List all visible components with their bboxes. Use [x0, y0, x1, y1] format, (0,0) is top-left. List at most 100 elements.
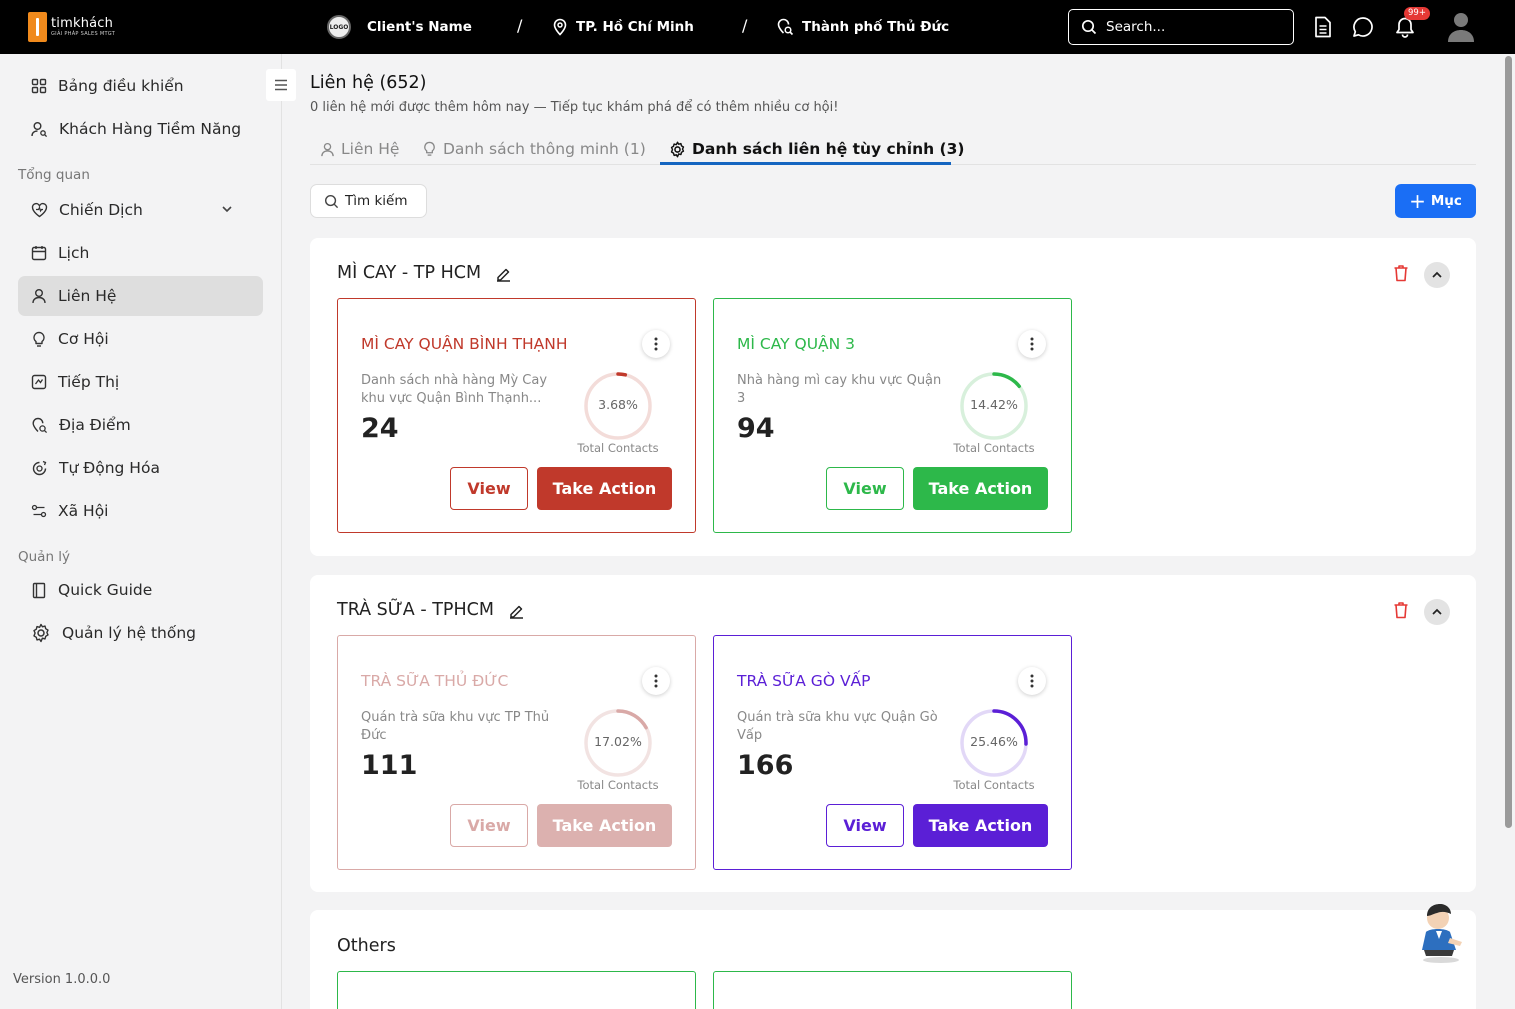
more-options-button[interactable] — [642, 667, 670, 695]
collapse-group-button[interactable] — [1424, 599, 1450, 625]
chevron-up-icon — [1432, 271, 1442, 278]
sidebar-item-leads[interactable]: Khách Hàng Tiềm Năng — [18, 109, 263, 149]
more-options-button[interactable] — [1018, 330, 1046, 358]
sidebar-item-quick-guide[interactable]: Quick Guide — [18, 570, 263, 610]
more-options-button[interactable] — [642, 330, 670, 358]
sidebar-item-contacts[interactable]: Liên Hệ — [18, 276, 263, 316]
view-button[interactable]: View — [826, 467, 904, 510]
tab-label: Danh sách liên hệ tùy chỉnh (3) — [692, 140, 965, 158]
sidebar-item-campaigns[interactable]: Chiến Dịch — [18, 190, 263, 230]
group-title-text: TRÀ SỮA - TPHCM — [337, 600, 494, 620]
trash-icon[interactable] — [1393, 601, 1409, 619]
progress-percent: 14.42% — [970, 397, 1018, 412]
brand-logo[interactable]: timkhách GIẢI PHÁP SALES MTGT — [28, 11, 115, 43]
sidebar-item-opportunities[interactable]: Cơ Hội — [18, 319, 263, 359]
book-icon — [32, 582, 46, 598]
card-list-name[interactable]: MÌ CAY QUẬN 3 — [737, 335, 855, 353]
view-button[interactable]: View — [826, 804, 904, 847]
sidebar-item-label: Tự Động Hóa — [59, 459, 160, 477]
add-category-button[interactable]: + Mục — [1395, 184, 1476, 218]
tab-contacts[interactable]: Liên Hệ — [320, 134, 399, 164]
district-breadcrumb[interactable]: Thành phố Thủ Đức — [776, 14, 949, 40]
more-vertical-icon — [654, 674, 658, 688]
top-bar: timkhách GIẢI PHÁP SALES MTGT LOGO Clien… — [0, 0, 1515, 54]
card-description: Nhà hàng mì cay khu vực Quận 3 — [737, 373, 942, 406]
more-options-button[interactable] — [1018, 667, 1046, 695]
tab-label: Liên Hệ — [341, 140, 400, 158]
client-breadcrumb[interactable]: LOGO Client's Name — [327, 14, 472, 40]
user-avatar[interactable] — [1447, 11, 1475, 43]
calendar-icon — [31, 246, 47, 261]
chevron-down-icon[interactable] — [220, 202, 234, 216]
document-button[interactable] — [1311, 14, 1335, 40]
sidebar-item-automation[interactable]: Tự Động Hóa — [18, 448, 263, 488]
contact-list-card: MÌ CAY QUẬN 3 Nhà hàng mì cay khu vực Qu… — [713, 298, 1072, 533]
card-list-name[interactable]: TRÀ SỮA GÒ VẤP — [737, 672, 871, 690]
social-icon — [31, 504, 47, 518]
city-breadcrumb[interactable]: TP. Hồ Chí Minh — [552, 14, 694, 40]
total-contacts-caption: Total Contacts — [577, 441, 659, 455]
user-icon — [321, 142, 334, 156]
contact-list-card — [713, 971, 1072, 1009]
chat-button[interactable] — [1351, 14, 1375, 40]
tab-smart-lists[interactable]: Danh sách thông minh (1) — [422, 134, 646, 164]
total-contacts-caption: Total Contacts — [953, 441, 1035, 455]
card-list-name[interactable]: MÌ CAY QUẬN BÌNH THẠNH — [361, 335, 568, 353]
sidebar-item-marketing[interactable]: Tiếp Thị — [18, 362, 263, 402]
notification-count-badge: 99+ — [1404, 7, 1430, 20]
take-action-button[interactable]: Take Action — [537, 804, 672, 847]
sidebar-toggle-button[interactable] — [266, 69, 296, 101]
trash-icon[interactable] — [1393, 264, 1409, 282]
sidebar-item-label: Tiếp Thị — [58, 373, 120, 391]
page-subtitle: 0 liên hệ mới được thêm hôm nay — Tiếp t… — [310, 100, 839, 115]
page-title: Liên hệ (652) — [310, 73, 427, 93]
search-input[interactable] — [1106, 19, 1286, 35]
contact-list-card: TRÀ SỮA THỦ ĐỨC Quán trà sữa khu vực TP … — [337, 635, 696, 870]
user-search-icon — [31, 122, 48, 137]
sidebar-item-social[interactable]: Xã Hội — [18, 491, 263, 531]
group-title: Others — [337, 936, 396, 956]
take-action-button[interactable]: Take Action — [913, 467, 1048, 510]
search-icon — [324, 194, 339, 208]
support-assistant-icon[interactable] — [1412, 902, 1470, 964]
edit-pencil-icon[interactable] — [508, 602, 525, 619]
list-group: Others — [310, 910, 1476, 1009]
list-search-button[interactable]: Tìm kiếm — [310, 184, 427, 218]
collapse-group-button[interactable] — [1424, 262, 1450, 288]
card-description: Quán trà sữa khu vực Quận Gò Vấp — [737, 710, 938, 743]
contact-list-card — [337, 971, 696, 1009]
edit-pencil-icon[interactable] — [495, 265, 512, 282]
sidebar-item-dashboard[interactable]: Bảng điều khiển — [18, 66, 263, 106]
breadcrumb-separator: / — [517, 16, 523, 35]
sidebar-item-calendar[interactable]: Lịch — [18, 233, 263, 273]
card-list-name[interactable]: TRÀ SỮA THỦ ĐỨC — [361, 672, 508, 690]
avatar-icon — [1448, 13, 1474, 42]
sidebar-item-system-settings[interactable]: Quản lý hệ thống — [18, 613, 263, 653]
lightbulb-icon — [424, 141, 435, 156]
group-title: TRÀ SỮA - TPHCM — [337, 600, 525, 620]
sidebar-item-locations[interactable]: Địa Điểm — [18, 405, 263, 445]
progress-percent: 3.68% — [598, 397, 638, 412]
document-icon — [1315, 16, 1331, 38]
view-button[interactable]: View — [450, 467, 528, 510]
tab-custom-lists[interactable]: Danh sách liên hệ tùy chỉnh (3) — [669, 134, 965, 164]
active-tab-indicator — [660, 162, 951, 165]
group-title-text: Others — [337, 936, 396, 956]
map-pin-search-icon — [777, 18, 794, 36]
view-button[interactable]: View — [450, 804, 528, 847]
progress-percent: 17.02% — [594, 734, 642, 749]
city-name: TP. Hồ Chí Minh — [576, 19, 694, 35]
global-search[interactable] — [1068, 9, 1294, 45]
contact-list-card: MÌ CAY QUẬN BÌNH THẠNH Danh sách nhà hàn… — [337, 298, 696, 533]
card-description: Quán trà sữa khu vực TP Thủ Đức — [361, 710, 550, 743]
brand-name: timkhách — [51, 16, 114, 31]
client-name: Client's Name — [367, 19, 472, 35]
take-action-button[interactable]: Take Action — [913, 804, 1048, 847]
take-action-button[interactable]: Take Action — [537, 467, 672, 510]
brand-mark-icon — [28, 12, 47, 42]
location-icon — [32, 417, 48, 433]
sidebar-item-label: Bảng điều khiển — [58, 77, 184, 95]
sidebar-item-label: Xã Hội — [58, 502, 109, 520]
more-vertical-icon — [1030, 337, 1034, 351]
page-scrollbar[interactable] — [1505, 56, 1512, 828]
